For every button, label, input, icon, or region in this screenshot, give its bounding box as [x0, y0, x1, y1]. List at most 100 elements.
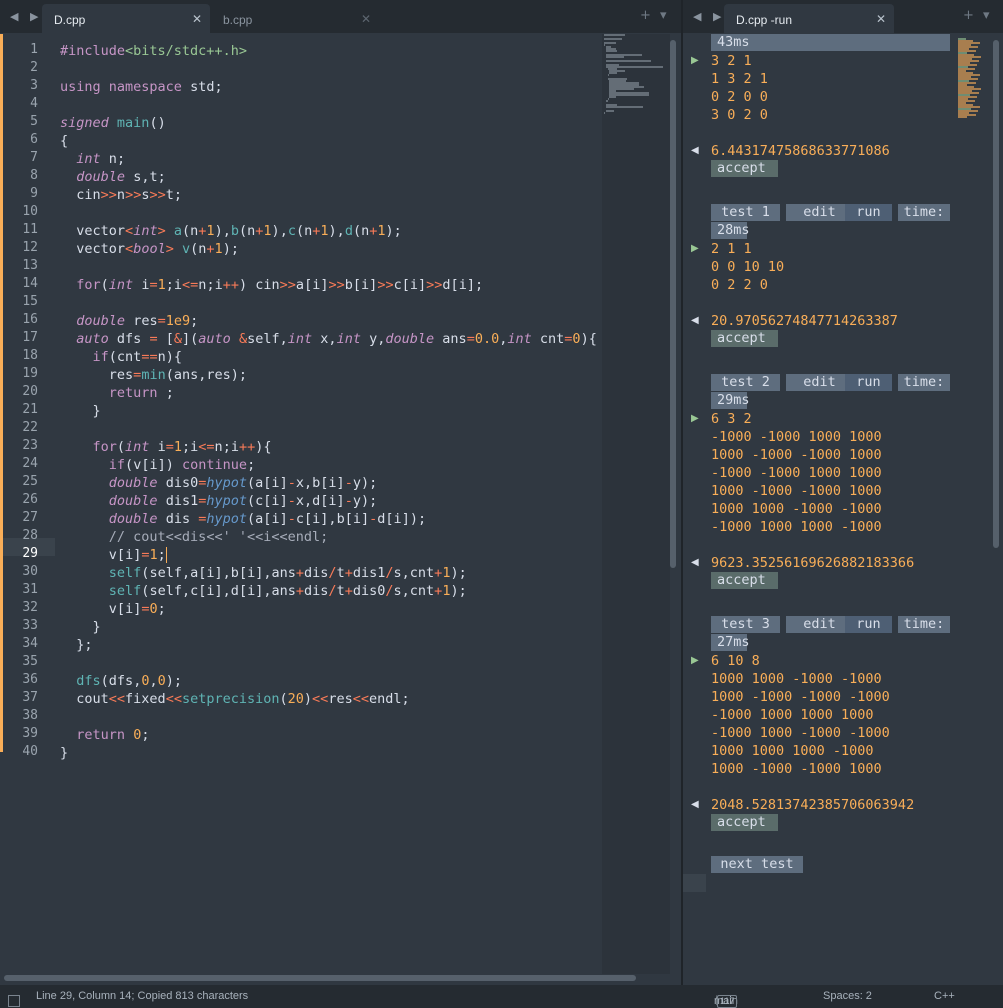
accept-badge[interactable]: accept — [711, 160, 778, 177]
code-line[interactable]: // cout<<dis<<' '<<i<<endl; — [60, 528, 328, 546]
code-line[interactable]: for(int i=1;i<=n;i++) cin>>a[i]>>b[i]>>c… — [60, 276, 483, 294]
input-line: 0 0 10 10 — [711, 259, 785, 275]
code-line[interactable]: { — [60, 132, 68, 150]
accept-badge[interactable]: accept — [711, 330, 778, 347]
code-line[interactable]: cin>>n>>s>>t; — [60, 186, 182, 204]
code-line[interactable]: } — [60, 744, 68, 762]
run-button[interactable]: run — [845, 616, 892, 633]
close-icon[interactable]: ✕ — [876, 12, 886, 26]
output-arrow-icon[interactable]: ◀ — [691, 557, 699, 568]
code-line[interactable]: double dis0=hypot(a[i]-x,b[i]-y); — [60, 474, 377, 492]
close-icon[interactable]: ✕ — [192, 12, 202, 26]
output-vertical-scrollbar[interactable] — [993, 40, 999, 548]
new-tab-icon[interactable]: + — [640, 8, 651, 23]
code-line[interactable]: v[i]=0; — [60, 600, 166, 618]
code-line[interactable]: self(self,a[i],b[i],ans+dis/t+dis1/s,cnt… — [60, 564, 467, 582]
code-line[interactable]: for(int i=1;i<=n;i++){ — [60, 438, 272, 456]
indentation-setting[interactable]: Spaces: 2 — [823, 990, 872, 1002]
code-line[interactable]: } — [60, 402, 101, 420]
next-test-button[interactable]: next test — [711, 856, 803, 873]
input-arrow-icon[interactable]: ▶ — [691, 55, 699, 66]
test-label-button[interactable]: test 3 — [711, 616, 780, 633]
time-label[interactable]: time: — [898, 374, 950, 391]
minimap-line — [604, 38, 622, 40]
output-arrow-icon[interactable]: ◀ — [691, 145, 699, 156]
code-line[interactable]: using namespace std; — [60, 78, 223, 96]
editor-vertical-scrollbar[interactable] — [670, 40, 676, 568]
run-button[interactable]: run — [845, 374, 892, 391]
code-editor[interactable]: #include<bits/stdc++.h> using namespace s… — [60, 34, 600, 969]
line-number: 33 — [22, 618, 38, 633]
minimap[interactable] — [602, 34, 670, 974]
text-caret — [165, 547, 168, 563]
syntax-setting[interactable]: C++ — [934, 990, 955, 1002]
edit-button[interactable]: edit — [786, 374, 853, 391]
run-output-panel[interactable]: 43ms 3 2 1 1 3 2 1 0 2 0 0 3 0 2 0 6.44317475… — [711, 34, 956, 974]
input-line: -1000 1000 1000 1000 — [711, 707, 874, 723]
tab-nav-arrows[interactable]: ◀ ▶ — [10, 10, 42, 23]
output-minimap[interactable] — [955, 34, 989, 974]
minimap-line — [605, 50, 618, 52]
minimap-line — [605, 60, 651, 62]
run-button[interactable]: run — [845, 204, 892, 221]
tab-d-cpp-run[interactable]: D.cpp -run ✕ — [724, 4, 894, 33]
time-label[interactable]: time: — [898, 616, 950, 633]
edit-button[interactable]: edit — [786, 204, 853, 221]
code-line[interactable]: vector<bool> v(n+1); — [60, 240, 239, 258]
test-label-button[interactable]: test 1 — [711, 204, 780, 221]
tab-menu-icon[interactable]: ▾ — [983, 8, 990, 23]
test-header: test 2 edit run time: — [711, 374, 950, 391]
input-arrow-icon[interactable]: ▶ — [691, 655, 699, 666]
code-line[interactable]: dfs(dfs,0,0); — [60, 672, 182, 690]
line-number: 1 — [30, 42, 38, 57]
minimap-line — [605, 100, 608, 102]
output-arrow-icon[interactable]: ◀ — [691, 799, 699, 810]
accept-badge[interactable]: accept — [711, 814, 778, 831]
code-line[interactable]: double res=1e9; — [60, 312, 198, 330]
line-number: 23 — [22, 438, 38, 453]
code-line[interactable]: } — [60, 618, 101, 636]
code-line[interactable]: }; — [60, 636, 92, 654]
code-line[interactable]: return 0; — [60, 726, 149, 744]
line-number: 17 — [22, 330, 38, 345]
tab-menu-icon[interactable]: ▾ — [660, 8, 667, 23]
tab-nav-arrows[interactable]: ◀ ▶ — [693, 10, 725, 23]
input-first-line: 2 1 1 — [711, 241, 752, 257]
tab-b-cpp[interactable]: b.cpp ✕ — [211, 4, 379, 33]
code-line[interactable]: #include<bits/stdc++.h> — [60, 42, 247, 60]
code-line[interactable]: double dis =hypot(a[i]-c[i],b[i]-d[i]); — [60, 510, 426, 528]
code-line[interactable]: self(self,c[i],d[i],ans+dis/t+dis0/s,cnt… — [60, 582, 467, 600]
editor-horizontal-scrollbar[interactable] — [4, 975, 636, 981]
panel-toggle-icon[interactable] — [8, 995, 20, 1007]
close-icon[interactable]: ✕ — [361, 12, 371, 26]
code-line[interactable]: if(cnt==n){ — [60, 348, 182, 366]
code-line[interactable]: double dis1=hypot(c[i]-x,d[i]-y); — [60, 492, 377, 510]
new-tab-icon[interactable]: + — [963, 8, 974, 23]
code-line[interactable]: auto dfs = [&](auto &self,int x,int y,do… — [60, 330, 597, 348]
line-number: 11 — [22, 222, 38, 237]
code-line[interactable]: signed main() — [60, 114, 166, 132]
input-arrow-icon[interactable]: ▶ — [691, 413, 699, 424]
input-first-line: 6 3 2 — [711, 411, 752, 427]
test-label-button[interactable]: test 2 — [711, 374, 780, 391]
output-arrow-icon[interactable]: ◀ — [691, 315, 699, 326]
code-line[interactable]: int n; — [60, 150, 125, 168]
test-header: test 1 edit run time: — [711, 204, 950, 221]
line-number: 16 — [22, 312, 38, 327]
pane-divider[interactable] — [681, 0, 683, 985]
code-line[interactable]: return ; — [60, 384, 174, 402]
edit-button[interactable]: edit — [786, 616, 853, 633]
output-result: 20.97056274847714263387 — [711, 313, 898, 329]
accept-badge[interactable]: accept — [711, 572, 778, 589]
tab-d-cpp[interactable]: D.cpp ✕ — [42, 4, 210, 33]
code-line[interactable]: vector<int> a(n+1),b(n+1),c(n+1),d(n+1); — [60, 222, 402, 240]
code-line[interactable]: v[i]=1; — [60, 546, 168, 564]
code-line[interactable]: cout<<fixed<<setprecision(20)<<res<<endl… — [60, 690, 409, 708]
input-arrow-icon[interactable]: ▶ — [691, 243, 699, 254]
code-line[interactable]: double s,t; — [60, 168, 165, 186]
line-number: 22 — [22, 420, 38, 435]
time-label[interactable]: time: — [898, 204, 950, 221]
right-tab-bar: ◀ ▶ D.cpp -run ✕ + ▾ — [683, 0, 1003, 33]
code-line[interactable]: if(v[i]) continue; — [60, 456, 255, 474]
code-line[interactable]: res=min(ans,res); — [60, 366, 247, 384]
